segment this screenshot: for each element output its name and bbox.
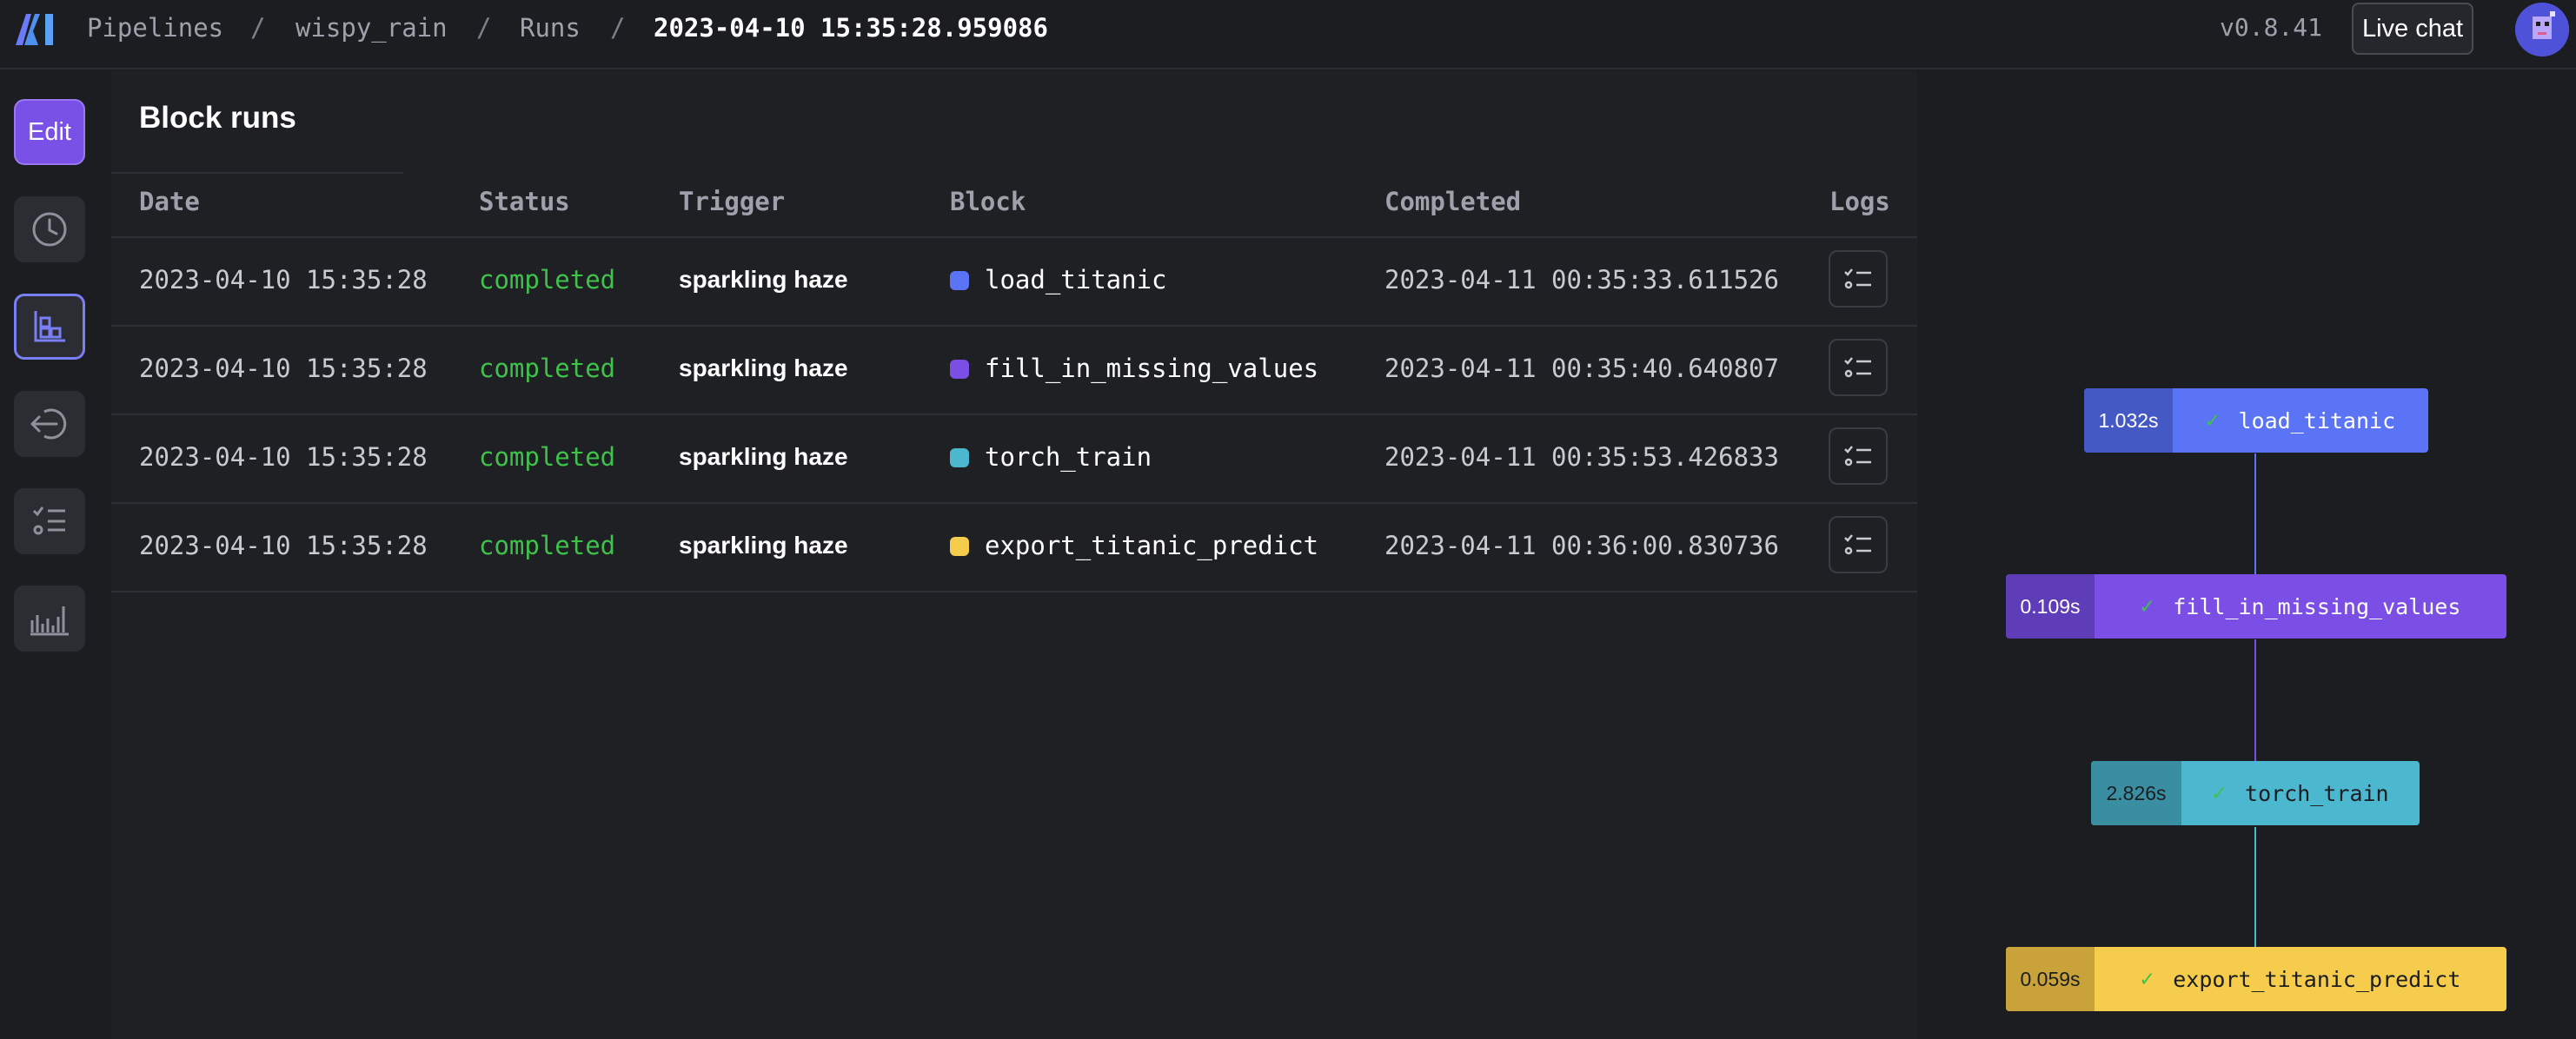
check-icon: ✓ xyxy=(2140,966,2154,992)
block-color-dot xyxy=(950,271,969,290)
row-divider xyxy=(111,414,1917,415)
clock-icon xyxy=(32,212,67,247)
breadcrumb-separator: / xyxy=(250,13,266,43)
column-header-logs: Logs xyxy=(1829,187,1890,216)
row-divider xyxy=(111,591,1917,592)
node-runtime: 0.059s xyxy=(2006,947,2095,1011)
row-status: completed xyxy=(479,531,616,560)
row-divider xyxy=(111,325,1917,327)
top-header: Pipelines / wispy_rain / Runs / 2023-04-… xyxy=(0,0,2576,69)
row-block-name: torch_train xyxy=(985,442,1152,472)
sidebar-item-monitor[interactable] xyxy=(14,586,85,652)
block-color-dot xyxy=(950,537,969,556)
trigger-icon xyxy=(30,408,67,440)
row-status: completed xyxy=(479,265,616,294)
node-label: fill_in_missing_values xyxy=(2173,593,2461,619)
view-logs-button[interactable] xyxy=(1829,427,1888,485)
view-logs-button[interactable] xyxy=(1829,250,1888,308)
sidebar: Edit xyxy=(0,71,111,1039)
row-block[interactable]: fill_in_missing_values xyxy=(950,353,1318,384)
node-label: load_titanic xyxy=(2238,407,2396,433)
graph-edge xyxy=(2254,827,2256,952)
row-date: 2023-04-10 15:35:28 xyxy=(139,354,428,383)
row-block-name: load_titanic xyxy=(985,265,1167,294)
title-divider xyxy=(111,172,403,174)
row-date: 2023-04-10 15:35:28 xyxy=(139,531,428,560)
sidebar-item-triggers[interactable] xyxy=(14,391,85,457)
breadcrumb-separator: / xyxy=(476,13,492,43)
node-label: torch_train xyxy=(2245,780,2389,806)
sidebar-item-logs[interactable] xyxy=(14,488,85,554)
user-avatar-icon xyxy=(2515,3,2569,56)
bar-chart-icon xyxy=(30,606,69,636)
mage-logo-icon[interactable] xyxy=(12,9,61,49)
row-completed: 2023-04-11 00:35:53.426833 xyxy=(1384,442,1779,472)
check-icon: ✓ xyxy=(2140,593,2154,619)
graph-edge xyxy=(2254,639,2256,764)
header-divider xyxy=(111,236,1917,238)
row-block[interactable]: export_titanic_predict xyxy=(950,530,1318,561)
checklist-icon xyxy=(32,506,65,535)
graph-node-export-titanic-predict[interactable]: 0.059s ✓ export_titanic_predict xyxy=(2006,947,2506,1011)
column-header-status[interactable]: Status xyxy=(479,186,570,217)
node-runtime: 2.826s xyxy=(2091,761,2181,825)
row-block[interactable]: torch_train xyxy=(950,441,1152,473)
row-block-name: fill_in_missing_values xyxy=(985,354,1319,383)
row-status: completed xyxy=(479,442,616,472)
node-runtime: 1.032s xyxy=(2084,388,2173,453)
column-header-block[interactable]: Block xyxy=(950,186,1026,217)
view-logs-button[interactable] xyxy=(1829,339,1888,396)
graph-node-torch-train[interactable]: 2.826s ✓ torch_train xyxy=(2091,761,2420,825)
row-block[interactable]: load_titanic xyxy=(950,264,1167,295)
sidebar-item-blocks[interactable] xyxy=(14,294,85,360)
logs-icon xyxy=(1844,534,1871,555)
node-runtime: 0.109s xyxy=(2006,574,2095,639)
logs-icon xyxy=(1844,268,1871,289)
check-icon: ✓ xyxy=(2212,780,2227,806)
breadcrumb-pipeline-name[interactable]: wispy_rain xyxy=(295,12,448,43)
row-trigger[interactable]: sparkling haze xyxy=(679,353,848,384)
row-block-name: export_titanic_predict xyxy=(985,531,1319,560)
live-chat-button[interactable]: Live chat xyxy=(2352,3,2473,55)
graph-edge xyxy=(2254,453,2256,577)
breadcrumb-pipelines[interactable]: Pipelines xyxy=(87,12,223,43)
column-header-completed[interactable]: Completed xyxy=(1384,186,1521,217)
graph-node-load-titanic[interactable]: 1.032s ✓ load_titanic xyxy=(2084,388,2428,453)
row-completed: 2023-04-11 00:36:00.830736 xyxy=(1384,531,1779,560)
block-runs-panel: Block runs Date Status Trigger Block Com… xyxy=(111,71,1917,1039)
view-logs-button[interactable] xyxy=(1829,516,1888,573)
logs-icon xyxy=(1844,446,1871,467)
row-trigger[interactable]: sparkling haze xyxy=(679,264,848,295)
column-header-trigger[interactable]: Trigger xyxy=(679,186,785,217)
edit-button[interactable]: Edit xyxy=(14,99,85,165)
row-trigger[interactable]: sparkling haze xyxy=(679,530,848,561)
logs-icon xyxy=(1844,357,1871,378)
row-trigger[interactable]: sparkling haze xyxy=(679,441,848,473)
sidebar-item-runs[interactable] xyxy=(14,196,85,262)
column-header-date[interactable]: Date xyxy=(139,186,200,217)
row-date: 2023-04-10 15:35:28 xyxy=(139,265,428,294)
block-color-dot xyxy=(950,448,969,467)
breadcrumb-current-run: 2023-04-10 15:35:28.959086 xyxy=(654,13,1048,43)
page-title: Block runs xyxy=(139,101,296,135)
breadcrumb-separator: / xyxy=(610,13,626,43)
row-date: 2023-04-10 15:35:28 xyxy=(139,442,428,472)
row-completed: 2023-04-11 00:35:40.640807 xyxy=(1384,354,1779,383)
row-status: completed xyxy=(479,354,616,383)
graph-node-fill-in-missing-values[interactable]: 0.109s ✓ fill_in_missing_values xyxy=(2006,574,2506,639)
blocks-icon xyxy=(34,311,65,342)
block-color-dot xyxy=(950,360,969,379)
version-label: v0.8.41 xyxy=(2220,13,2323,42)
row-completed: 2023-04-11 00:35:33.611526 xyxy=(1384,265,1779,294)
dependency-graph: 1.032s ✓ load_titanic 0.109s ✓ fill_in_mis… xyxy=(1917,71,2576,1039)
avatar[interactable] xyxy=(2515,3,2569,56)
check-icon: ✓ xyxy=(2205,407,2220,433)
node-label: export_titanic_predict xyxy=(2173,966,2461,992)
breadcrumb-runs[interactable]: Runs xyxy=(520,12,581,43)
row-divider xyxy=(111,502,1917,504)
